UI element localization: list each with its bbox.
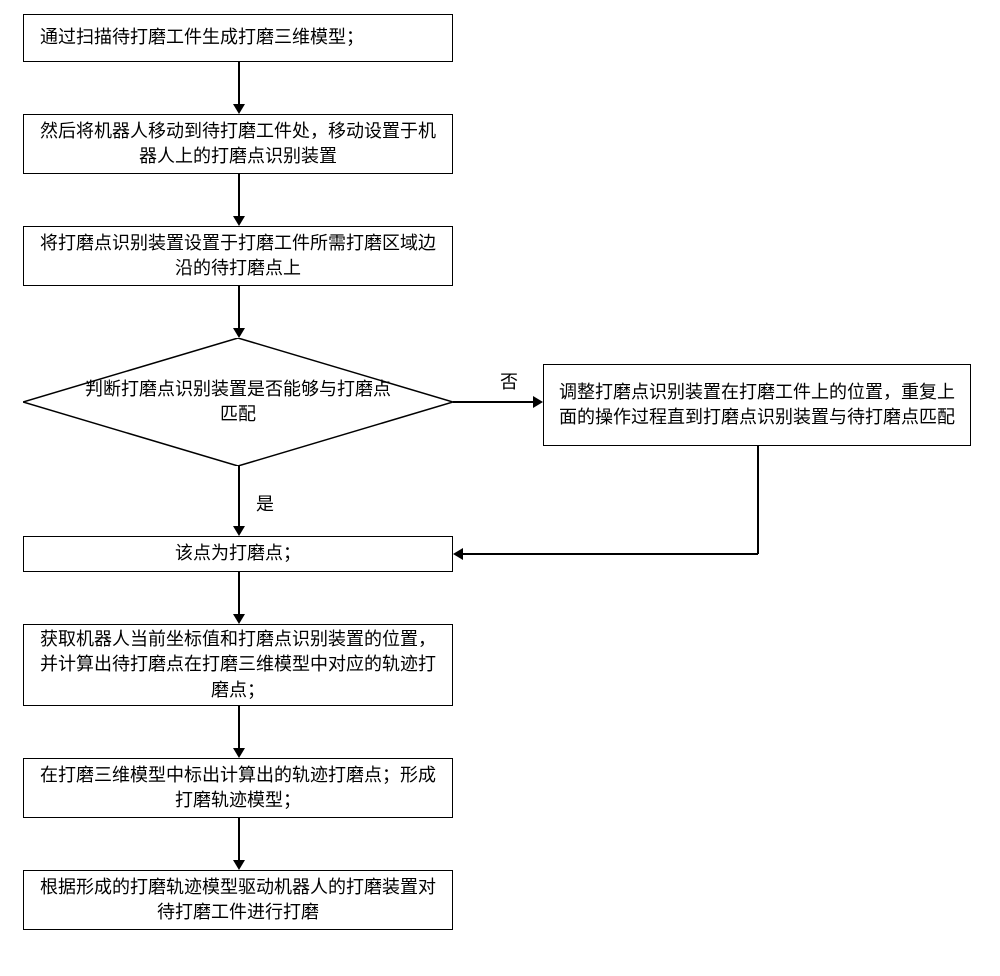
adjust-text: 调整打磨点识别装置在打磨工件上的位置，重复上面的操作过程直到打磨点识别装置与待打… [556, 380, 958, 430]
step-scan-workpiece: 通过扫描待打磨工件生成打磨三维模型； [23, 14, 453, 62]
arrowhead-4-5 [233, 614, 245, 624]
step-confirm-point: 该点为打磨点； [23, 536, 453, 572]
step-drive-robot: 根据形成的打磨轨迹模型驱动机器人的打磨装置对待打磨工件进行打磨 [23, 870, 453, 930]
arrow-decision-yes [238, 466, 240, 528]
step-move-robot: 然后将机器人移动到待打磨工件处，移动设置于机器人上的打磨点识别装置 [23, 114, 453, 174]
arrow-6-7 [238, 818, 240, 862]
arrowhead-5-6 [233, 748, 245, 758]
arrow-adjust-down [757, 446, 759, 554]
step2-text: 然后将机器人移动到待打磨工件处，移动设置于机器人上的打磨点识别装置 [36, 119, 440, 169]
step5-text: 获取机器人当前坐标值和打磨点识别装置的位置，并计算出待打磨点在打磨三维模型中对应… [36, 627, 440, 703]
arrow-1-2 [238, 62, 240, 106]
arrowhead-1-2 [233, 104, 245, 114]
step4-text: 该点为打磨点； [175, 541, 301, 566]
arrowhead-3-decision [233, 328, 245, 338]
arrow-2-3 [238, 174, 240, 218]
step-mark-trajectory: 在打磨三维模型中标出计算出的轨迹打磨点；形成打磨轨迹模型； [23, 758, 453, 818]
arrow-decision-adjust [453, 401, 535, 403]
arrow-3-decision [238, 286, 240, 330]
step-calculate-trajectory: 获取机器人当前坐标值和打磨点识别装置的位置，并计算出待打磨点在打磨三维模型中对应… [23, 624, 453, 706]
decision-match: 判断打磨点识别装置是否能够与打磨点匹配 [23, 338, 453, 466]
yes-label: 是 [256, 490, 274, 516]
arrowhead-6-7 [233, 860, 245, 870]
arrow-adjust-left [463, 553, 758, 555]
decision-text: 判断打磨点识别装置是否能够与打磨点匹配 [23, 377, 453, 427]
arrowhead-adjust-step4 [453, 548, 463, 560]
step6-text: 在打磨三维模型中标出计算出的轨迹打磨点；形成打磨轨迹模型； [36, 763, 440, 813]
arrowhead-decision-adjust [533, 396, 543, 408]
arrowhead-decision-yes [233, 526, 245, 536]
step-position-device: 将打磨点识别装置设置于打磨工件所需打磨区域边沿的待打磨点上 [23, 226, 453, 286]
flowchart-container: 通过扫描待打磨工件生成打磨三维模型； 然后将机器人移动到待打磨工件处，移动设置于… [0, 0, 1000, 976]
step3-text: 将打磨点识别装置设置于打磨工件所需打磨区域边沿的待打磨点上 [36, 231, 440, 281]
step7-text: 根据形成的打磨轨迹模型驱动机器人的打磨装置对待打磨工件进行打磨 [36, 875, 440, 925]
step1-text: 通过扫描待打磨工件生成打磨三维模型； [40, 25, 364, 50]
arrow-5-6 [238, 706, 240, 750]
step-adjust-position: 调整打磨点识别装置在打磨工件上的位置，重复上面的操作过程直到打磨点识别装置与待打… [543, 364, 971, 446]
arrow-4-5 [238, 572, 240, 616]
no-label: 否 [500, 368, 518, 394]
arrowhead-2-3 [233, 216, 245, 226]
